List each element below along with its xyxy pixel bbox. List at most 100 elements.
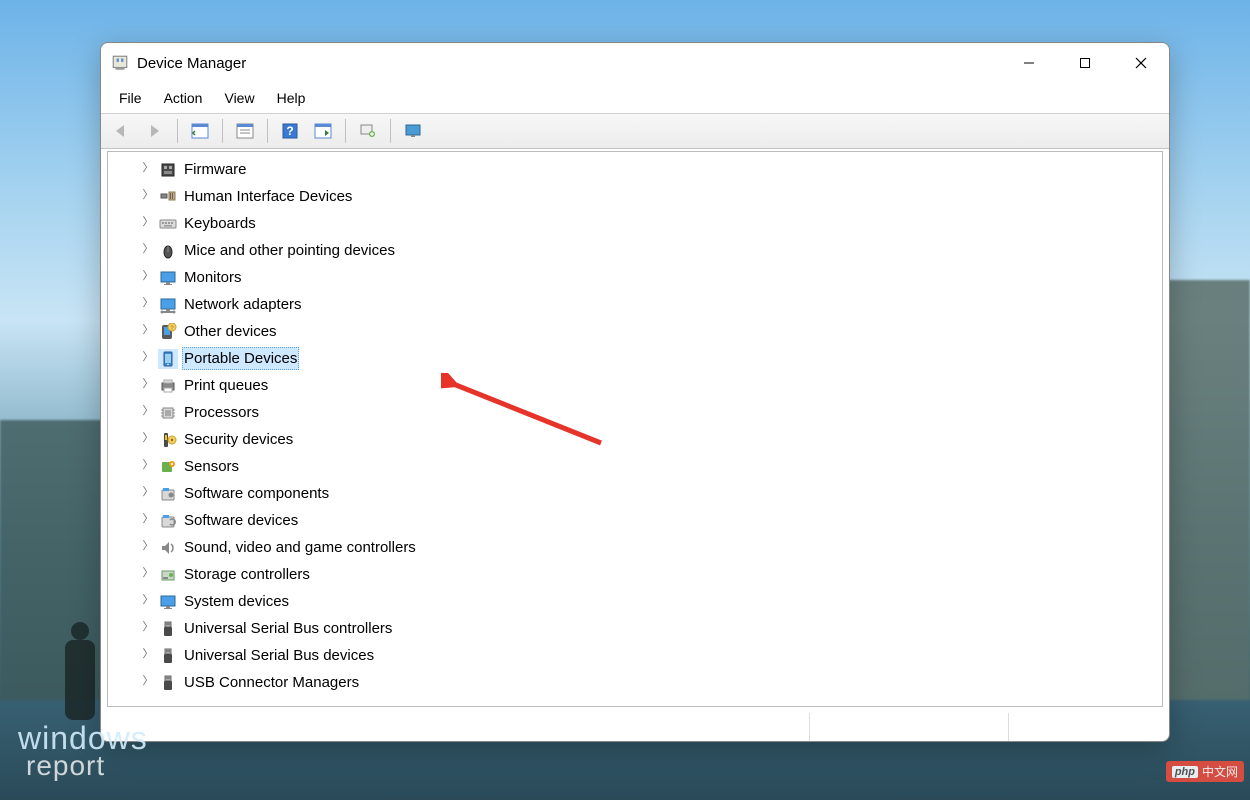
monitor-icon	[158, 268, 178, 288]
toolbar-show-tree-button[interactable]	[185, 117, 215, 145]
status-cell-3	[1009, 713, 1169, 741]
expander-icon[interactable]: 〉	[140, 377, 156, 392]
expander-icon[interactable]: 〉	[140, 620, 156, 635]
tree-item-label: Software devices	[182, 509, 300, 532]
storage-icon	[158, 565, 178, 585]
sound-icon	[158, 538, 178, 558]
status-cell-2	[809, 713, 1009, 741]
tree-item-monitor[interactable]: 〉Monitors	[110, 264, 1160, 291]
toolbar-forward-button[interactable]	[140, 117, 170, 145]
status-cell-1	[101, 713, 809, 741]
expander-icon[interactable]: 〉	[140, 485, 156, 500]
titlebar[interactable]: Device Manager	[101, 43, 1169, 83]
watermark-line1: windows	[18, 723, 148, 753]
tree-item-label: Human Interface Devices	[182, 185, 354, 208]
expander-icon[interactable]: 〉	[140, 512, 156, 527]
expander-icon[interactable]: 〉	[140, 296, 156, 311]
expander-icon[interactable]: 〉	[140, 242, 156, 257]
cpu-icon	[158, 403, 178, 423]
tree-item-cpu[interactable]: 〉Processors	[110, 399, 1160, 426]
tree-item-printer[interactable]: 〉 Print queues	[110, 372, 1160, 399]
expander-icon[interactable]: 〉	[140, 188, 156, 203]
device-manager-window: Device Manager File Action View Help ? 〉…	[100, 42, 1170, 742]
tree-item-label: Sound, video and game controllers	[182, 536, 418, 559]
usb-icon	[158, 673, 178, 693]
maximize-button[interactable]	[1057, 43, 1113, 83]
tree-item-usb[interactable]: 〉 Universal Serial Bus devices	[110, 642, 1160, 669]
menu-view[interactable]: View	[214, 87, 264, 109]
tree-item-label: Print queues	[182, 374, 270, 397]
menu-action[interactable]: Action	[154, 87, 213, 109]
toolbar-help-button[interactable]: ?	[275, 117, 305, 145]
expander-icon[interactable]: 〉	[140, 593, 156, 608]
tree-item-network[interactable]: 〉Network adapters	[110, 291, 1160, 318]
tree-item-sensor[interactable]: 〉 Sensors	[110, 453, 1160, 480]
expander-icon[interactable]: 〉	[140, 674, 156, 689]
tree-item-usb[interactable]: 〉Universal Serial Bus controllers	[110, 615, 1160, 642]
tree-item-label: Security devices	[182, 428, 295, 451]
tree-item-portable[interactable]: 〉Portable Devices	[110, 345, 1160, 372]
app-icon	[111, 54, 129, 72]
expander-icon[interactable]: 〉	[140, 350, 156, 365]
expander-icon[interactable]: 〉	[140, 404, 156, 419]
toolbar-back-button[interactable]	[107, 117, 137, 145]
network-icon	[158, 295, 178, 315]
tree-item-firmware[interactable]: 〉 Firmware	[110, 156, 1160, 183]
tree-item-storage[interactable]: 〉 Storage controllers	[110, 561, 1160, 588]
watermark: windows report	[18, 723, 148, 780]
mouse-icon	[158, 241, 178, 261]
tree-item-label: System devices	[182, 590, 291, 613]
tree-item-hid[interactable]: 〉 Human Interface Devices	[110, 183, 1160, 210]
menu-file[interactable]: File	[109, 87, 152, 109]
expander-icon[interactable]: 〉	[140, 566, 156, 581]
tree-item-label: Storage controllers	[182, 563, 312, 586]
device-tree[interactable]: 〉 Firmware 〉 Human Interface Devices〉Keyboa…	[108, 152, 1162, 706]
expander-icon[interactable]: 〉	[140, 647, 156, 662]
expander-icon[interactable]: 〉	[140, 539, 156, 554]
expander-icon[interactable]: 〉	[140, 161, 156, 176]
tree-item-label: Other devices	[182, 320, 279, 343]
tree-item-label: Universal Serial Bus devices	[182, 644, 376, 667]
close-button[interactable]	[1113, 43, 1169, 83]
usb-icon	[158, 619, 178, 639]
expander-icon[interactable]: 〉	[140, 323, 156, 338]
background-silhouette	[65, 640, 95, 720]
sensor-icon	[158, 457, 178, 477]
expander-icon[interactable]: 〉	[140, 458, 156, 473]
toolbar: ?	[101, 113, 1169, 149]
tree-item-system[interactable]: 〉 System devices	[110, 588, 1160, 615]
keyboard-icon	[158, 214, 178, 234]
tree-item-mouse[interactable]: 〉Mice and other pointing devices	[110, 237, 1160, 264]
toolbar-scan-button[interactable]	[353, 117, 383, 145]
tree-item-swcomp[interactable]: 〉Software components	[110, 480, 1160, 507]
minimize-button[interactable]	[1001, 43, 1057, 83]
tree-item-swdev[interactable]: 〉 Software devices	[110, 507, 1160, 534]
expander-icon[interactable]: 〉	[140, 431, 156, 446]
tree-item-security[interactable]: 〉 Security devices	[110, 426, 1160, 453]
tree-item-other[interactable]: 〉?Other devices	[110, 318, 1160, 345]
tree-item-label: Sensors	[182, 455, 241, 478]
firmware-icon	[158, 160, 178, 180]
window-title: Device Manager	[137, 55, 1001, 72]
printer-icon	[158, 376, 178, 396]
portable-icon	[158, 349, 178, 369]
tree-item-label: Firmware	[182, 158, 249, 181]
toolbar-action-button[interactable]	[308, 117, 338, 145]
toolbar-separator	[177, 119, 178, 143]
swdev-icon	[158, 511, 178, 531]
expander-icon[interactable]: 〉	[140, 269, 156, 284]
tree-item-sound[interactable]: 〉 Sound, video and game controllers	[110, 534, 1160, 561]
toolbar-separator	[345, 119, 346, 143]
toolbar-monitor-button[interactable]	[398, 117, 428, 145]
usb-icon	[158, 646, 178, 666]
toolbar-properties-button[interactable]	[230, 117, 260, 145]
tree-item-usb[interactable]: 〉USB Connector Managers	[110, 669, 1160, 696]
system-icon	[158, 592, 178, 612]
expander-icon[interactable]: 〉	[140, 215, 156, 230]
window-controls	[1001, 43, 1169, 83]
tree-item-keyboard[interactable]: 〉Keyboards	[110, 210, 1160, 237]
hid-icon	[158, 187, 178, 207]
other-icon: ?	[158, 322, 178, 342]
menu-help[interactable]: Help	[267, 87, 316, 109]
security-icon	[158, 430, 178, 450]
